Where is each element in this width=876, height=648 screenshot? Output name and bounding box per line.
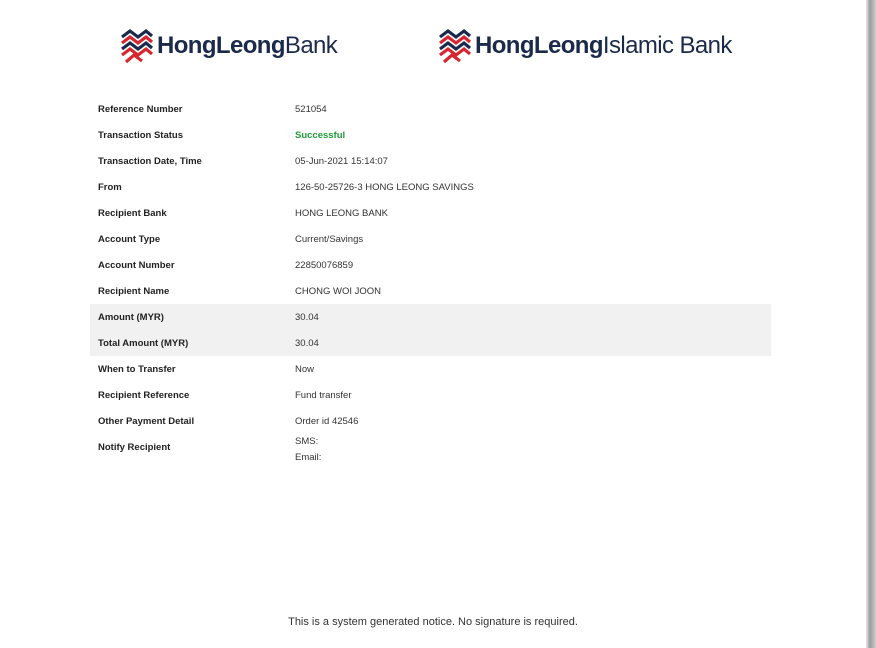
system-notice-footer: This is a system generated notice. No si…: [288, 616, 578, 628]
hong-leong-emblem-icon: [121, 28, 154, 64]
detail-value: HONG LEONG BANK: [295, 207, 388, 219]
detail-label: Notify Recipient: [98, 442, 171, 453]
detail-row-recipient-bank: Recipient Bank HONG LEONG BANK: [90, 200, 771, 226]
detail-label: When to Transfer: [98, 363, 176, 375]
detail-value: 22850076859: [295, 259, 354, 271]
transaction-details: Reference Number 521054 Transaction Stat…: [90, 96, 771, 464]
hong-leong-bank-wordmark: HongLeongBank: [157, 32, 338, 59]
detail-label: Account Number: [98, 259, 175, 271]
detail-label: Recipient Name: [98, 285, 170, 297]
detail-row-notify-recipient: Notify Recipient SMS: Email:: [90, 434, 771, 464]
detail-label: Other Payment Detail: [98, 415, 195, 427]
detail-label: Total Amount (MYR): [98, 337, 189, 349]
detail-value: Fund transfer: [295, 389, 352, 401]
detail-label: Account Type: [98, 233, 161, 245]
detail-value: Order id 42546: [295, 415, 359, 427]
detail-row-recipient-reference: Recipient Reference Fund transfer: [90, 382, 771, 408]
receipt-page: HongLeongBank HongLeongIslamic Bank Refe…: [0, 0, 866, 648]
notify-values: SMS: Email:: [295, 434, 321, 466]
detail-label: Recipient Reference: [98, 389, 190, 401]
detail-row-total-amount: Total Amount (MYR) 30.04: [90, 330, 771, 356]
page-edge-shadow: [866, 0, 876, 648]
hong-leong-bank-logo: HongLeongBank: [120, 28, 338, 64]
detail-label: Transaction Date, Time: [98, 155, 202, 167]
detail-value: 30.04: [295, 337, 319, 349]
detail-row-amount: Amount (MYR) 30.04: [90, 304, 771, 330]
detail-row-transaction-date: Transaction Date, Time 05-Jun-2021 15:14…: [90, 148, 771, 174]
detail-value: Now: [295, 363, 315, 375]
detail-row-account-number: Account Number 22850076859: [90, 252, 771, 278]
status-badge: Successful: [295, 129, 346, 141]
detail-label: Reference Number: [98, 103, 183, 115]
detail-value: 30.04: [295, 311, 319, 323]
detail-value: 521054: [295, 103, 327, 115]
hong-leong-islamic-bank-wordmark: HongLeongIslamic Bank: [475, 32, 732, 59]
detail-row-account-type: Account Type Current/Savings: [90, 226, 771, 252]
notify-sms: SMS:: [295, 436, 319, 447]
detail-label: Transaction Status: [98, 129, 183, 141]
detail-row-reference-number: Reference Number 521054: [90, 96, 771, 122]
detail-label: From: [98, 181, 122, 193]
detail-value: 05-Jun-2021 15:14:07: [295, 155, 388, 167]
hong-leong-emblem-icon: [439, 28, 472, 64]
detail-row-when-to-transfer: When to Transfer Now: [90, 356, 771, 382]
detail-value: 126-50-25726-3 HONG LEONG SAVINGS: [295, 181, 474, 193]
notify-email: Email:: [295, 452, 322, 463]
detail-row-other-payment-detail: Other Payment Detail Order id 42546: [90, 408, 771, 434]
detail-row-from: From 126-50-25726-3 HONG LEONG SAVINGS: [90, 174, 771, 200]
detail-label: Recipient Bank: [98, 207, 167, 219]
detail-row-transaction-status: Transaction Status Successful: [90, 122, 771, 148]
hong-leong-islamic-bank-logo: HongLeongIslamic Bank: [438, 28, 732, 64]
detail-label: Amount (MYR): [98, 311, 164, 323]
detail-row-recipient-name: Recipient Name CHONG WOI JOON: [90, 278, 771, 304]
detail-value: CHONG WOI JOON: [295, 285, 382, 297]
detail-value: Current/Savings: [295, 233, 364, 245]
